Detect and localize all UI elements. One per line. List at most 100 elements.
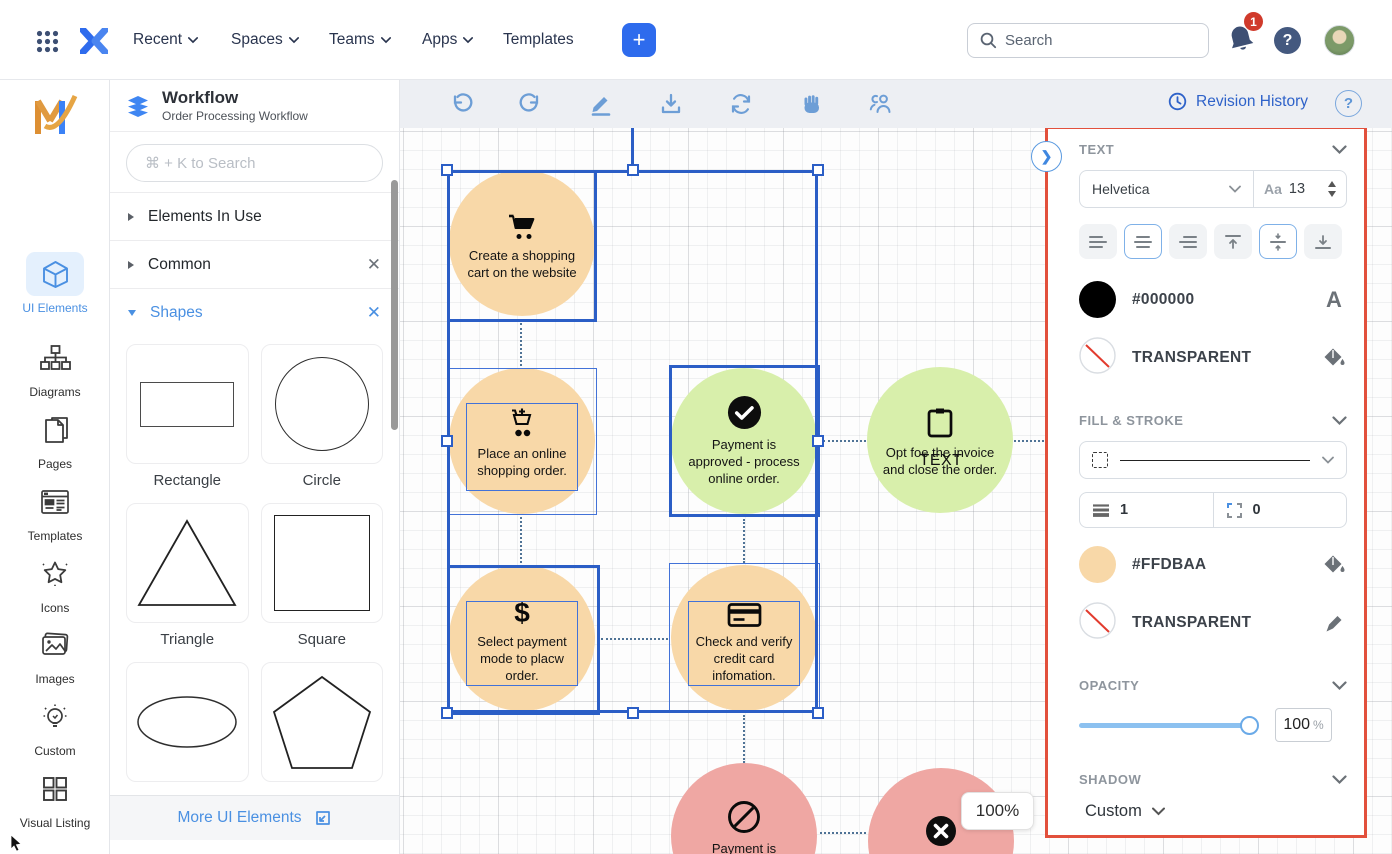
step-up-icon[interactable] xyxy=(1328,181,1336,187)
shape-card-rectangle[interactable] xyxy=(126,344,249,464)
text-section-header[interactable]: TEXT xyxy=(1079,142,1347,157)
slider-thumb[interactable] xyxy=(1240,716,1259,735)
fill-color-swatch[interactable] xyxy=(1079,546,1116,583)
workspace-logo[interactable] xyxy=(0,92,110,145)
connector[interactable] xyxy=(743,519,745,563)
sidebar-item-ui-elements[interactable]: UI Elements xyxy=(0,252,110,315)
resize-handle[interactable] xyxy=(627,164,639,176)
pan-button[interactable] xyxy=(798,91,824,117)
shape-card-ellipse[interactable] xyxy=(126,662,249,782)
paint-bucket-icon[interactable] xyxy=(1321,555,1347,575)
connector[interactable] xyxy=(823,440,866,442)
align-middle-button[interactable] xyxy=(1259,224,1297,259)
resize-handle[interactable] xyxy=(441,164,453,176)
corner-radius-input[interactable]: 0 xyxy=(1213,493,1347,527)
opacity-section-header[interactable]: OPACITY xyxy=(1079,678,1347,693)
align-center-button[interactable] xyxy=(1124,224,1162,259)
step-down-icon[interactable] xyxy=(1328,191,1336,197)
create-new-button[interactable]: + xyxy=(622,23,656,57)
menu-templates[interactable]: Templates xyxy=(503,31,574,49)
opacity-slider[interactable] xyxy=(1079,723,1257,728)
shape-search-input[interactable] xyxy=(145,155,364,172)
text-fill-row[interactable]: TRANSPARENT xyxy=(1079,337,1347,379)
revision-history-button[interactable]: Revision History xyxy=(1168,92,1308,111)
shape-search[interactable] xyxy=(126,144,383,182)
fill-color-row[interactable]: #FFDBAA xyxy=(1079,546,1347,583)
panel-scrollbar[interactable] xyxy=(391,180,398,430)
menu-recent[interactable]: Recent xyxy=(133,31,198,49)
menu-spaces[interactable]: Spaces xyxy=(231,31,299,49)
transparent-swatch[interactable] xyxy=(1079,602,1116,644)
help-button[interactable]: ? xyxy=(1274,27,1301,54)
font-color-swatch[interactable] xyxy=(1079,281,1116,318)
shape-card-triangle[interactable] xyxy=(126,503,249,623)
close-icon[interactable]: ✕ xyxy=(367,304,381,321)
section-shapes[interactable]: Shapes ✕ xyxy=(110,288,399,336)
align-bottom-button[interactable] xyxy=(1304,224,1342,259)
undo-button[interactable] xyxy=(448,91,474,117)
sidebar-item-images[interactable]: Images xyxy=(0,623,110,686)
shape-card-pentagon[interactable] xyxy=(261,662,384,782)
connector[interactable] xyxy=(520,517,522,563)
canvas-help-button[interactable]: ? xyxy=(1335,90,1362,117)
align-left-button[interactable] xyxy=(1079,224,1117,259)
text-element-overlay[interactable]: TEXT xyxy=(903,452,979,470)
connector[interactable] xyxy=(1014,440,1048,442)
resize-handle[interactable] xyxy=(812,435,824,447)
sync-button[interactable] xyxy=(728,91,754,117)
section-elements-in-use[interactable]: Elements In Use xyxy=(110,192,399,240)
sidebar-item-visual-listing[interactable]: Visual Listing xyxy=(0,767,110,830)
sidebar-item-icons[interactable]: Icons xyxy=(0,552,110,615)
font-size-stepper[interactable] xyxy=(1328,181,1336,197)
resize-handle[interactable] xyxy=(812,164,824,176)
open-external-icon[interactable] xyxy=(314,809,332,827)
node-opt-invoice[interactable]: Opt foe the invoice and close the order. xyxy=(867,367,1013,513)
shape-card-square[interactable] xyxy=(261,503,384,623)
shadow-section-header[interactable]: SHADOW xyxy=(1079,772,1347,787)
node-payment-approved[interactable]: Payment is approved - process online ord… xyxy=(671,368,817,514)
resize-handle[interactable] xyxy=(627,707,639,719)
font-color-icon[interactable]: A xyxy=(1321,287,1347,313)
creately-logo-icon[interactable] xyxy=(80,28,108,59)
shadow-preset-select[interactable]: Custom xyxy=(1085,802,1347,821)
pencil-icon[interactable] xyxy=(1321,614,1347,633)
node-check-credit-card[interactable]: Check and verify credit card infomation. xyxy=(671,565,817,711)
collaborators-button[interactable] xyxy=(868,91,894,117)
font-size-input[interactable]: Aa 13 xyxy=(1254,171,1346,207)
user-avatar[interactable] xyxy=(1324,25,1355,56)
connector[interactable] xyxy=(520,323,522,366)
global-search[interactable] xyxy=(967,23,1209,58)
search-input[interactable] xyxy=(1005,32,1175,49)
node-place-order[interactable]: Place an online shopping order. xyxy=(449,368,595,514)
opacity-value-input[interactable]: 100 % xyxy=(1275,708,1332,742)
sidebar-item-custom[interactable]: Custom xyxy=(0,695,110,758)
section-common[interactable]: Common ✕ xyxy=(110,240,399,288)
sidebar-item-pages[interactable]: Pages xyxy=(0,408,110,471)
transparent-swatch[interactable] xyxy=(1079,337,1116,379)
node-create-shopping-cart[interactable]: Create a shopping cart on the website xyxy=(449,170,595,316)
line-style-select[interactable] xyxy=(1079,441,1347,479)
more-ui-elements-link[interactable]: More UI Elements xyxy=(177,809,301,827)
resize-handle[interactable] xyxy=(441,435,453,447)
connector[interactable] xyxy=(601,638,668,640)
connector[interactable] xyxy=(820,832,866,834)
paint-bucket-icon[interactable] xyxy=(1321,348,1347,368)
stroke-width-input[interactable]: 1 xyxy=(1080,493,1213,527)
align-right-button[interactable] xyxy=(1169,224,1207,259)
resize-handle[interactable] xyxy=(441,707,453,719)
shape-card-circle[interactable] xyxy=(261,344,384,464)
fill-stroke-section-header[interactable]: FILL & STROKE xyxy=(1079,413,1347,428)
node-select-payment-mode[interactable]: $ Select payment mode to placw order. xyxy=(449,565,595,711)
align-top-button[interactable] xyxy=(1214,224,1252,259)
menu-apps[interactable]: Apps xyxy=(422,31,473,49)
panel-collapse-button[interactable]: ❯ xyxy=(1031,141,1062,172)
resize-handle[interactable] xyxy=(812,707,824,719)
export-button[interactable] xyxy=(658,91,684,117)
connector[interactable] xyxy=(743,715,745,763)
menu-teams[interactable]: Teams xyxy=(329,31,391,49)
sidebar-item-templates[interactable]: Templates xyxy=(0,480,110,543)
redo-button[interactable] xyxy=(518,91,544,117)
app-grid-icon[interactable] xyxy=(36,30,59,58)
font-color-row[interactable]: #000000 A xyxy=(1079,281,1347,318)
draw-button[interactable] xyxy=(588,91,614,117)
